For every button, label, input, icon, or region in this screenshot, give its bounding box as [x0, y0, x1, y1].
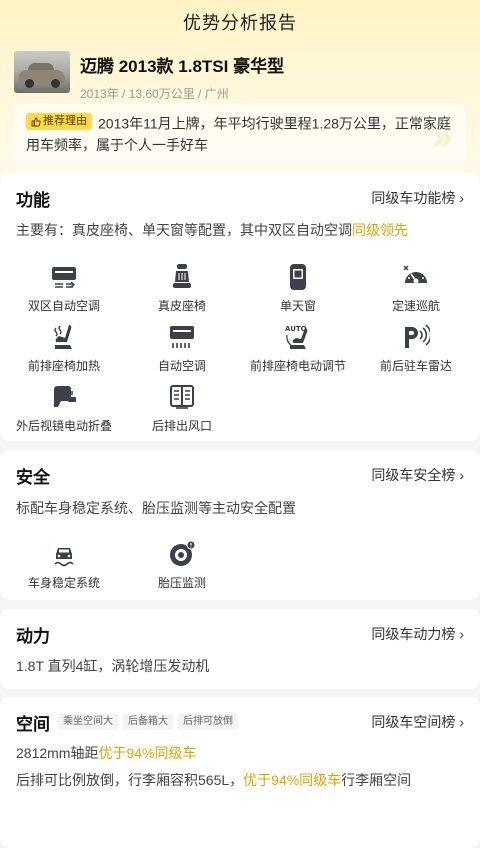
- space-trunk: 后排可比例放倒，行李厢容积565L，优于94%同级车行李厢空间: [16, 772, 412, 788]
- page-title: 优势分析报告: [183, 13, 297, 33]
- feature-sunroof: 单天窗: [238, 263, 358, 314]
- safety-card: 安全 同级车安全榜 › 标配车身稳定系统、胎压监测等主动安全配置 车身稳定系统 胎…: [0, 450, 480, 600]
- power-ranking-link[interactable]: 同级车动力榜 ›: [371, 624, 464, 644]
- parking-radar-icon: [405, 324, 430, 348]
- thumbs-up-icon: [31, 117, 41, 126]
- rear-vent-icon: [170, 385, 194, 409]
- stability-control-icon: [54, 548, 74, 567]
- feature-power-seat: AUTO 前排座椅电动调节: [249, 325, 346, 373]
- function-ranking-link[interactable]: 同级车功能榜 ›: [371, 188, 464, 208]
- feature-seat-heating: 前排座椅加热: [4, 323, 124, 374]
- function-card: 功能 同级车功能榜 › 主要有：真皮座椅、单天窗等配置，其中双区自动空调同级领先 …: [0, 173, 480, 441]
- feature-parking-radar: 前后驻车雷达: [356, 323, 476, 374]
- cruise-control-icon: [403, 265, 427, 284]
- space-tag: 后排可放倒: [178, 714, 238, 730]
- power-title: 动力: [16, 626, 50, 646]
- safety-ranking-link[interactable]: 同级车安全榜 ›: [371, 465, 464, 485]
- space-title: 空间: [16, 714, 50, 734]
- chevron-right-icon: ›: [459, 467, 464, 483]
- sunroof-icon: [290, 264, 306, 290]
- chevron-right-icon: ›: [459, 190, 464, 206]
- car-name: 迈腾 2013款 1.8TSI 豪华型: [80, 57, 285, 76]
- feature-stability-control: 车身稳定系统: [4, 540, 124, 591]
- function-desc: 主要有：真皮座椅、单天窗等配置，其中双区自动空调同级领先: [16, 222, 408, 238]
- tire-pressure-icon: [170, 540, 196, 566]
- feature-dual-zone-ac: 双区自动空调: [4, 263, 124, 314]
- space-tag: 乘坐空间大: [58, 714, 118, 730]
- space-ranking-link[interactable]: 同级车空间榜 ›: [371, 712, 464, 732]
- feature-mirror-fold: 外后视镜电动折叠: [4, 383, 124, 434]
- power-card: 动力 同级车动力榜 › 1.8T 直列4缸，涡轮增压发动机: [0, 609, 480, 689]
- feature-auto-ac: 自动空调: [122, 323, 242, 374]
- chevron-decoration-icon: »: [433, 118, 452, 156]
- space-card: 空间 乘坐空间大 后备箱大 后排可放倒 同级车空间榜 › 2812mm轴距优于94…: [0, 697, 480, 848]
- feature-tire-pressure: 胎压监测: [122, 540, 242, 591]
- feature-leather-seat: 真皮座椅: [122, 263, 242, 314]
- recommend-reason-tag: 推荐理由: [26, 113, 92, 130]
- space-wheelbase: 2812mm轴距优于94%同级车: [16, 745, 197, 761]
- chevron-right-icon: ›: [459, 714, 464, 730]
- safety-desc: 标配车身稳定系统、胎压监测等主动安全配置: [16, 500, 296, 516]
- svg-text:AUTO: AUTO: [285, 325, 307, 333]
- recommend-reason: 推荐理由 2013年11月上牌，年平均行驶里程1.28万公里，正常家庭用车频率，…: [14, 103, 466, 163]
- safety-title: 安全: [16, 467, 50, 487]
- seat-heating-icon: [54, 325, 72, 349]
- power-desc: 1.8T 直列4缸，涡轮增压发动机: [16, 658, 210, 674]
- car-meta: 2013年 / 13.60万公里 / 广州: [80, 87, 229, 101]
- feature-cruise-control: 定速巡航: [356, 263, 476, 314]
- car-thumbnail: [14, 51, 70, 93]
- mirror-fold-icon: [54, 386, 76, 407]
- auto-ac-icon: [170, 326, 194, 348]
- leather-seat-icon: [173, 264, 191, 288]
- dual-zone-ac-icon: [52, 267, 76, 288]
- space-tag: 后备箱大: [123, 714, 173, 730]
- power-seat-icon: AUTO: [285, 325, 308, 349]
- function-title: 功能: [16, 190, 50, 210]
- feature-rear-vent: 后排出风口: [122, 383, 242, 434]
- car-summary: 迈腾 2013款 1.8TSI 豪华型 2013年 / 13.60万公里 / 广…: [14, 51, 284, 102]
- chevron-right-icon: ›: [459, 626, 464, 642]
